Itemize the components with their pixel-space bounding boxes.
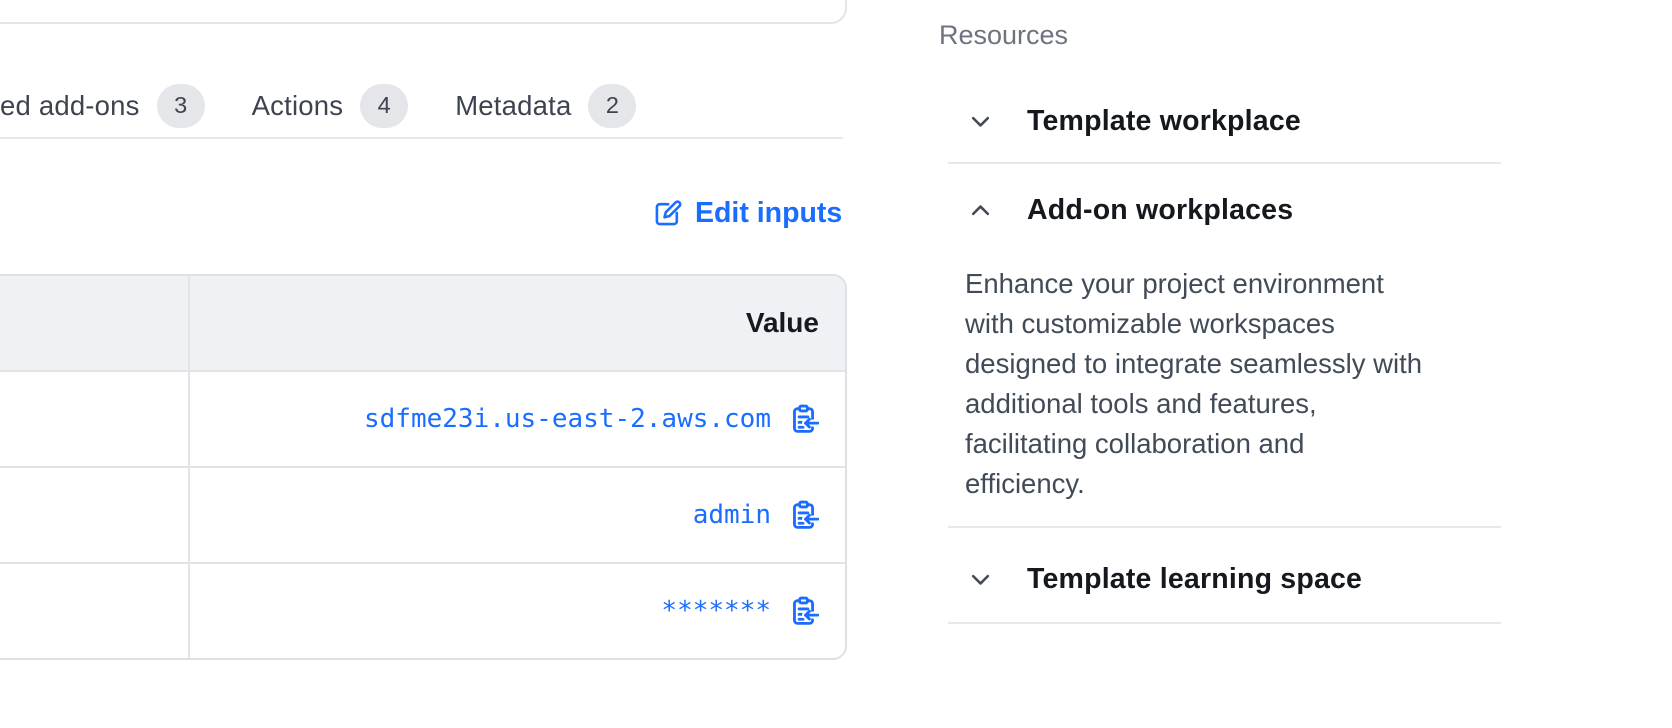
tab-label: Actions [252, 90, 344, 122]
tab-label: Metadata [455, 90, 571, 122]
value-column-header: Value [746, 307, 819, 339]
resources-title: Resources [939, 20, 1504, 52]
tabs-divider [0, 137, 843, 139]
chevron-down-icon [967, 566, 994, 593]
value-cell: admin [190, 468, 845, 562]
accordion-body-text: Enhance your project environment with cu… [965, 264, 1504, 504]
name-cell [0, 372, 190, 466]
divider [948, 622, 1501, 624]
tab-metadata[interactable]: Metadata 2 [455, 84, 636, 128]
name-cell [0, 468, 190, 562]
input-value: sdfme23i.us-east-2.aws.com [364, 404, 771, 434]
accordion-template-workplace[interactable]: Template workplace [939, 90, 1504, 152]
body-line: designed to integrate seamlessly with [965, 344, 1504, 384]
body-line: additional tools and features, [965, 384, 1504, 424]
copy-to-clipboard-icon[interactable] [788, 404, 819, 435]
resources-panel: Resources Template workplace Add-on work… [939, 20, 1504, 624]
tab-count-badge: 3 [157, 84, 205, 128]
edit-inputs-label: Edit inputs [695, 197, 842, 230]
accordion-template-learning-space[interactable]: Template learning space [939, 548, 1504, 610]
edit-pencil-icon [652, 198, 683, 229]
value-cell: ******* [190, 564, 845, 658]
tab-installed-add-ons[interactable]: ed add-ons 3 [0, 84, 205, 128]
value-cell: sdfme23i.us-east-2.aws.com [190, 372, 845, 466]
chevron-down-icon [967, 108, 994, 135]
copy-to-clipboard-icon[interactable] [788, 500, 819, 531]
tab-count-badge: 2 [588, 84, 636, 128]
accordion-label: Template workplace [1027, 105, 1301, 138]
tab-label: ed add-ons [0, 90, 140, 122]
body-line: facilitating collaboration and [965, 424, 1504, 464]
body-line: Enhance your project environment [965, 264, 1504, 304]
table-header-row: Value [0, 276, 845, 370]
divider [948, 526, 1501, 528]
accordion-label: Add-on workplaces [1027, 194, 1293, 227]
input-value: admin [693, 500, 771, 530]
body-line: with customizable workspaces [965, 304, 1504, 344]
edit-inputs-button[interactable]: Edit inputs [652, 190, 842, 236]
inputs-table: Value sdfme23i.us-east-2.aws.com [0, 274, 847, 660]
page: ed add-ons 3 Actions 4 Metadata 2 Edit i… [0, 0, 1672, 728]
tab-bar: ed add-ons 3 Actions 4 Metadata 2 [0, 82, 636, 130]
table-row: sdfme23i.us-east-2.aws.com [0, 370, 845, 466]
accordion-add-on-workplaces[interactable]: Add-on workplaces [939, 182, 1504, 238]
value-column-header-cell: Value [190, 276, 845, 370]
input-value-masked: ******* [661, 596, 771, 626]
copy-to-clipboard-icon[interactable] [788, 596, 819, 627]
tab-count-badge: 4 [360, 84, 408, 128]
name-column-header-cell [0, 276, 190, 370]
accordion-label: Template learning space [1027, 563, 1362, 596]
name-cell [0, 564, 190, 658]
table-row: ******* [0, 562, 845, 658]
body-line: efficiency. [965, 464, 1504, 504]
divider [948, 162, 1501, 164]
tab-actions[interactable]: Actions 4 [252, 84, 409, 128]
table-row: admin [0, 466, 845, 562]
chevron-up-icon [967, 197, 994, 224]
top-card [0, 0, 847, 24]
